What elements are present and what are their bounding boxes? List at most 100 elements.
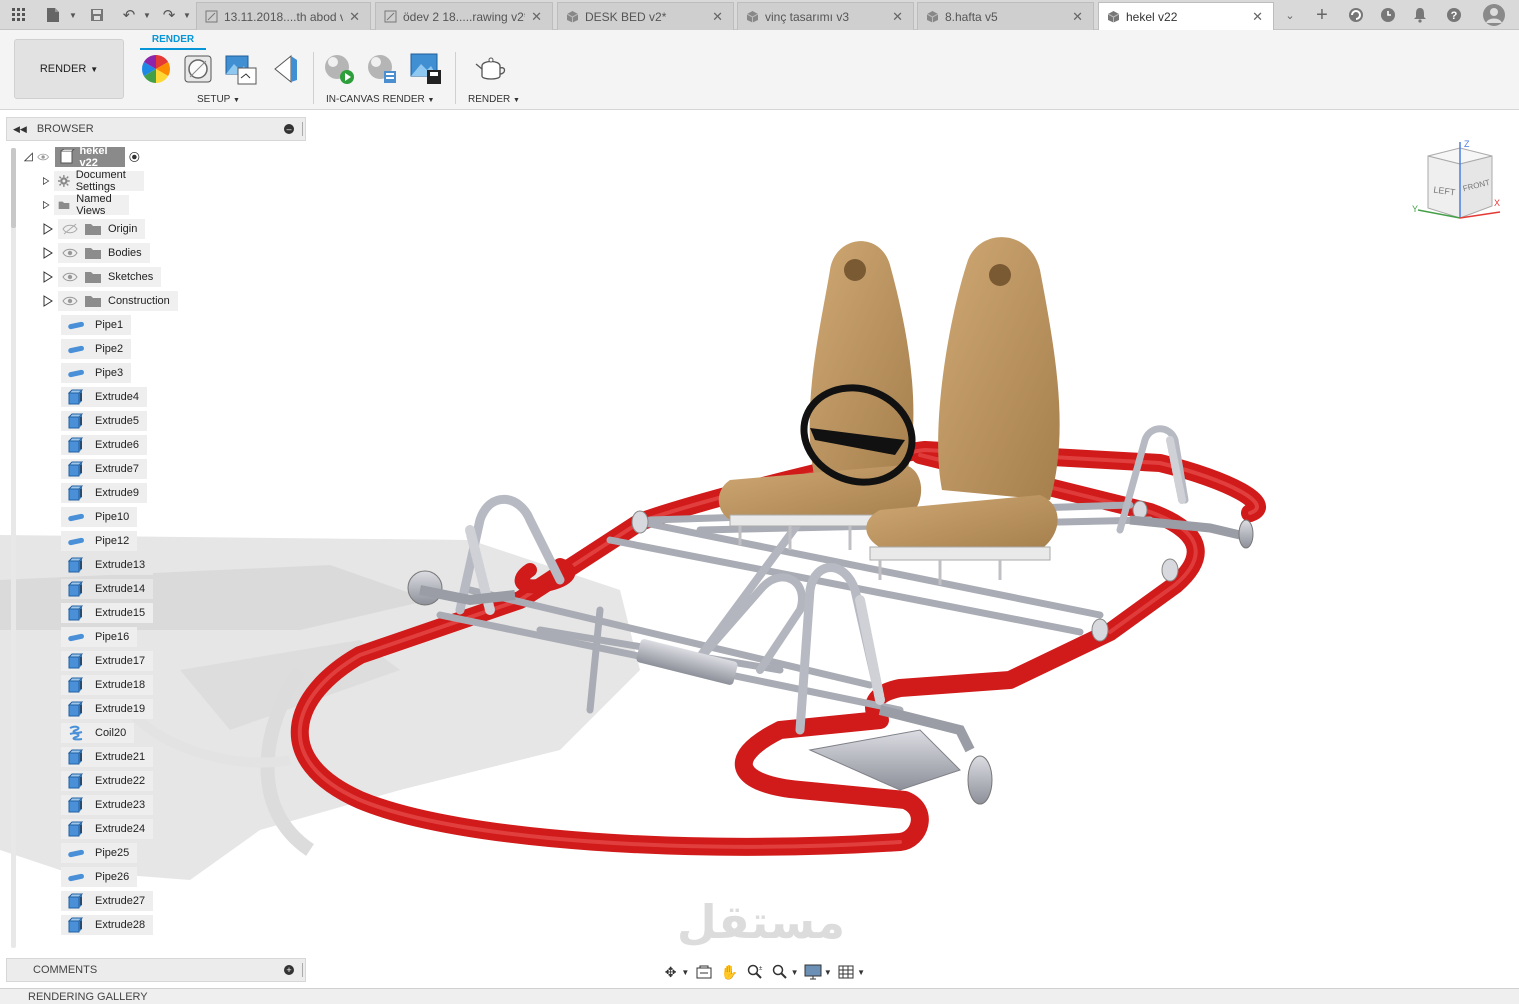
feature-item[interactable]: Extrude18 [61, 675, 154, 695]
add-comment-icon[interactable]: + [284, 965, 294, 975]
resize-handle[interactable] [302, 122, 303, 136]
feature-item[interactable]: Pipe1 [61, 315, 132, 335]
feature-item[interactable]: Extrude19 [61, 699, 154, 719]
folder-row[interactable]: Sketches [58, 267, 162, 287]
eye-icon[interactable] [62, 295, 78, 307]
feature-item[interactable]: Extrude5 [61, 411, 148, 431]
tab-document-2[interactable]: ödev 2 18.....rawing v2* ✕ [375, 2, 553, 30]
notifications-bell-icon[interactable] [1408, 4, 1432, 26]
feature-item[interactable]: Extrude28 [61, 915, 154, 935]
feature-item[interactable]: Extrude23 [61, 795, 154, 815]
tab-document-4[interactable]: vinç tasarımı v3 ✕ [737, 2, 914, 30]
tree-folder-bodies[interactable]: Bodies [42, 243, 150, 263]
new-tab-icon[interactable]: + [1310, 4, 1334, 26]
feature-item[interactable]: Extrude22 [61, 771, 154, 791]
grid-settings-icon[interactable] [836, 962, 857, 982]
comments-panel-header[interactable]: COMMENTS + [6, 958, 306, 982]
fit-zoom-icon[interactable] [769, 962, 790, 982]
feature-item[interactable]: Extrude17 [61, 651, 154, 671]
feature-item[interactable]: Pipe16 [61, 627, 138, 647]
zoom-icon[interactable]: ± [744, 962, 765, 982]
group-label-in-canvas-render[interactable]: IN-CANVAS RENDER ▼ [326, 94, 434, 105]
folder-row[interactable]: Bodies [58, 243, 150, 263]
feature-item[interactable]: Extrude15 [61, 603, 154, 623]
close-icon[interactable]: ✕ [1252, 9, 1263, 25]
feature-item[interactable]: Extrude21 [61, 747, 154, 767]
chevron-down-icon[interactable]: ▼ [824, 968, 832, 977]
feature-item[interactable]: Extrude7 [61, 459, 148, 479]
undo-caret-icon[interactable]: ▼ [136, 4, 158, 26]
close-icon[interactable]: ✕ [1072, 9, 1083, 25]
file-menu-icon[interactable] [42, 4, 64, 26]
orbit-icon[interactable]: ✥ [660, 962, 681, 982]
folder-row[interactable]: Document Settings [54, 169, 145, 193]
eye-icon[interactable] [62, 271, 78, 283]
clock-icon[interactable] [1376, 4, 1400, 26]
tree-folder-origin[interactable]: Origin [42, 219, 146, 239]
resize-handle[interactable] [302, 963, 303, 977]
display-settings-icon[interactable] [802, 962, 823, 982]
view-cube[interactable]: LEFT FRONT Z X Y [1410, 138, 1506, 228]
tab-document-3[interactable]: DESK BED v2* ✕ [557, 2, 734, 30]
feature-item[interactable]: Extrude13 [61, 555, 154, 575]
feature-item[interactable]: Pipe3 [61, 363, 132, 383]
feature-item[interactable]: Extrude24 [61, 819, 154, 839]
in-canvas-settings-button[interactable] [365, 52, 399, 86]
folder-row[interactable]: Origin [58, 219, 146, 239]
redo-caret-icon[interactable]: ▼ [176, 4, 198, 26]
feature-item[interactable]: Extrude9 [61, 483, 148, 503]
chevron-down-icon[interactable]: ▼ [857, 968, 865, 977]
tab-overflow-icon[interactable]: ⌄ [1278, 4, 1302, 26]
tab-document-1[interactable]: 13.11.2018....th abod v1 ✕ [196, 2, 371, 30]
feature-item[interactable]: Coil20 [61, 723, 135, 743]
collapse-triangle-icon[interactable] [24, 151, 33, 163]
texture-map-button[interactable] [224, 52, 258, 86]
root-component-label[interactable]: hekel v22 [55, 145, 126, 169]
apps-grid-icon[interactable] [8, 4, 30, 26]
job-status-icon[interactable] [1344, 4, 1368, 26]
kart-model-render[interactable] [0, 110, 1519, 988]
feature-item[interactable]: Extrude27 [61, 891, 154, 911]
workspace-switcher-button[interactable]: RENDER ▼ [14, 39, 124, 99]
expand-triangle-icon[interactable] [42, 271, 54, 283]
feature-item[interactable]: Pipe25 [61, 843, 138, 863]
design-canvas[interactable]: LEFT FRONT Z X Y مستقل [0, 110, 1519, 988]
browser-scrollbar[interactable] [11, 148, 16, 228]
close-icon[interactable]: ✕ [531, 9, 542, 25]
tab-document-active[interactable]: hekel v22 ✕ [1098, 2, 1274, 30]
folder-row[interactable]: Construction [58, 291, 178, 311]
eye-hidden-icon[interactable] [62, 223, 78, 235]
close-icon[interactable]: ✕ [712, 9, 723, 25]
expand-triangle-icon[interactable] [42, 223, 54, 235]
expand-triangle-icon[interactable] [42, 175, 50, 187]
tree-folder-named-views[interactable]: Named Views [42, 193, 130, 217]
user-avatar[interactable] [1482, 4, 1506, 26]
capture-image-button[interactable] [409, 52, 443, 86]
expand-triangle-icon[interactable] [42, 247, 54, 259]
scene-settings-button[interactable] [181, 52, 215, 86]
help-icon[interactable]: ? [1442, 4, 1466, 26]
browser-scroll-track[interactable] [11, 148, 16, 948]
feature-item[interactable]: Extrude4 [61, 387, 148, 407]
render-button[interactable] [474, 52, 508, 86]
feature-item[interactable]: Pipe26 [61, 867, 138, 887]
in-canvas-render-button[interactable] [322, 52, 356, 86]
tab-document-5[interactable]: 8.hafta v5 ✕ [917, 2, 1094, 30]
file-menu-caret-icon[interactable]: ▼ [62, 4, 84, 26]
decal-button[interactable] [268, 52, 302, 86]
chevron-down-icon[interactable]: ▼ [791, 968, 799, 977]
tree-folder-document-settings[interactable]: Document Settings [42, 169, 145, 193]
browser-panel-header[interactable]: ◀◀ BROWSER – [6, 117, 306, 141]
tree-folder-construction[interactable]: Construction [42, 291, 178, 311]
expand-triangle-icon[interactable] [42, 199, 50, 211]
feature-item[interactable]: Pipe10 [61, 507, 138, 527]
group-label-setup[interactable]: SETUP ▼ [197, 94, 240, 105]
save-icon[interactable] [86, 4, 108, 26]
feature-item[interactable]: Extrude14 [61, 579, 154, 599]
group-label-render[interactable]: RENDER ▼ [468, 94, 520, 105]
activate-radio-icon[interactable] [129, 150, 140, 164]
expand-triangle-icon[interactable] [42, 295, 54, 307]
tab-render[interactable]: RENDER [140, 34, 206, 50]
tree-root[interactable]: hekel v22 [24, 145, 140, 169]
pan-hand-icon[interactable]: ✋ [719, 962, 740, 982]
